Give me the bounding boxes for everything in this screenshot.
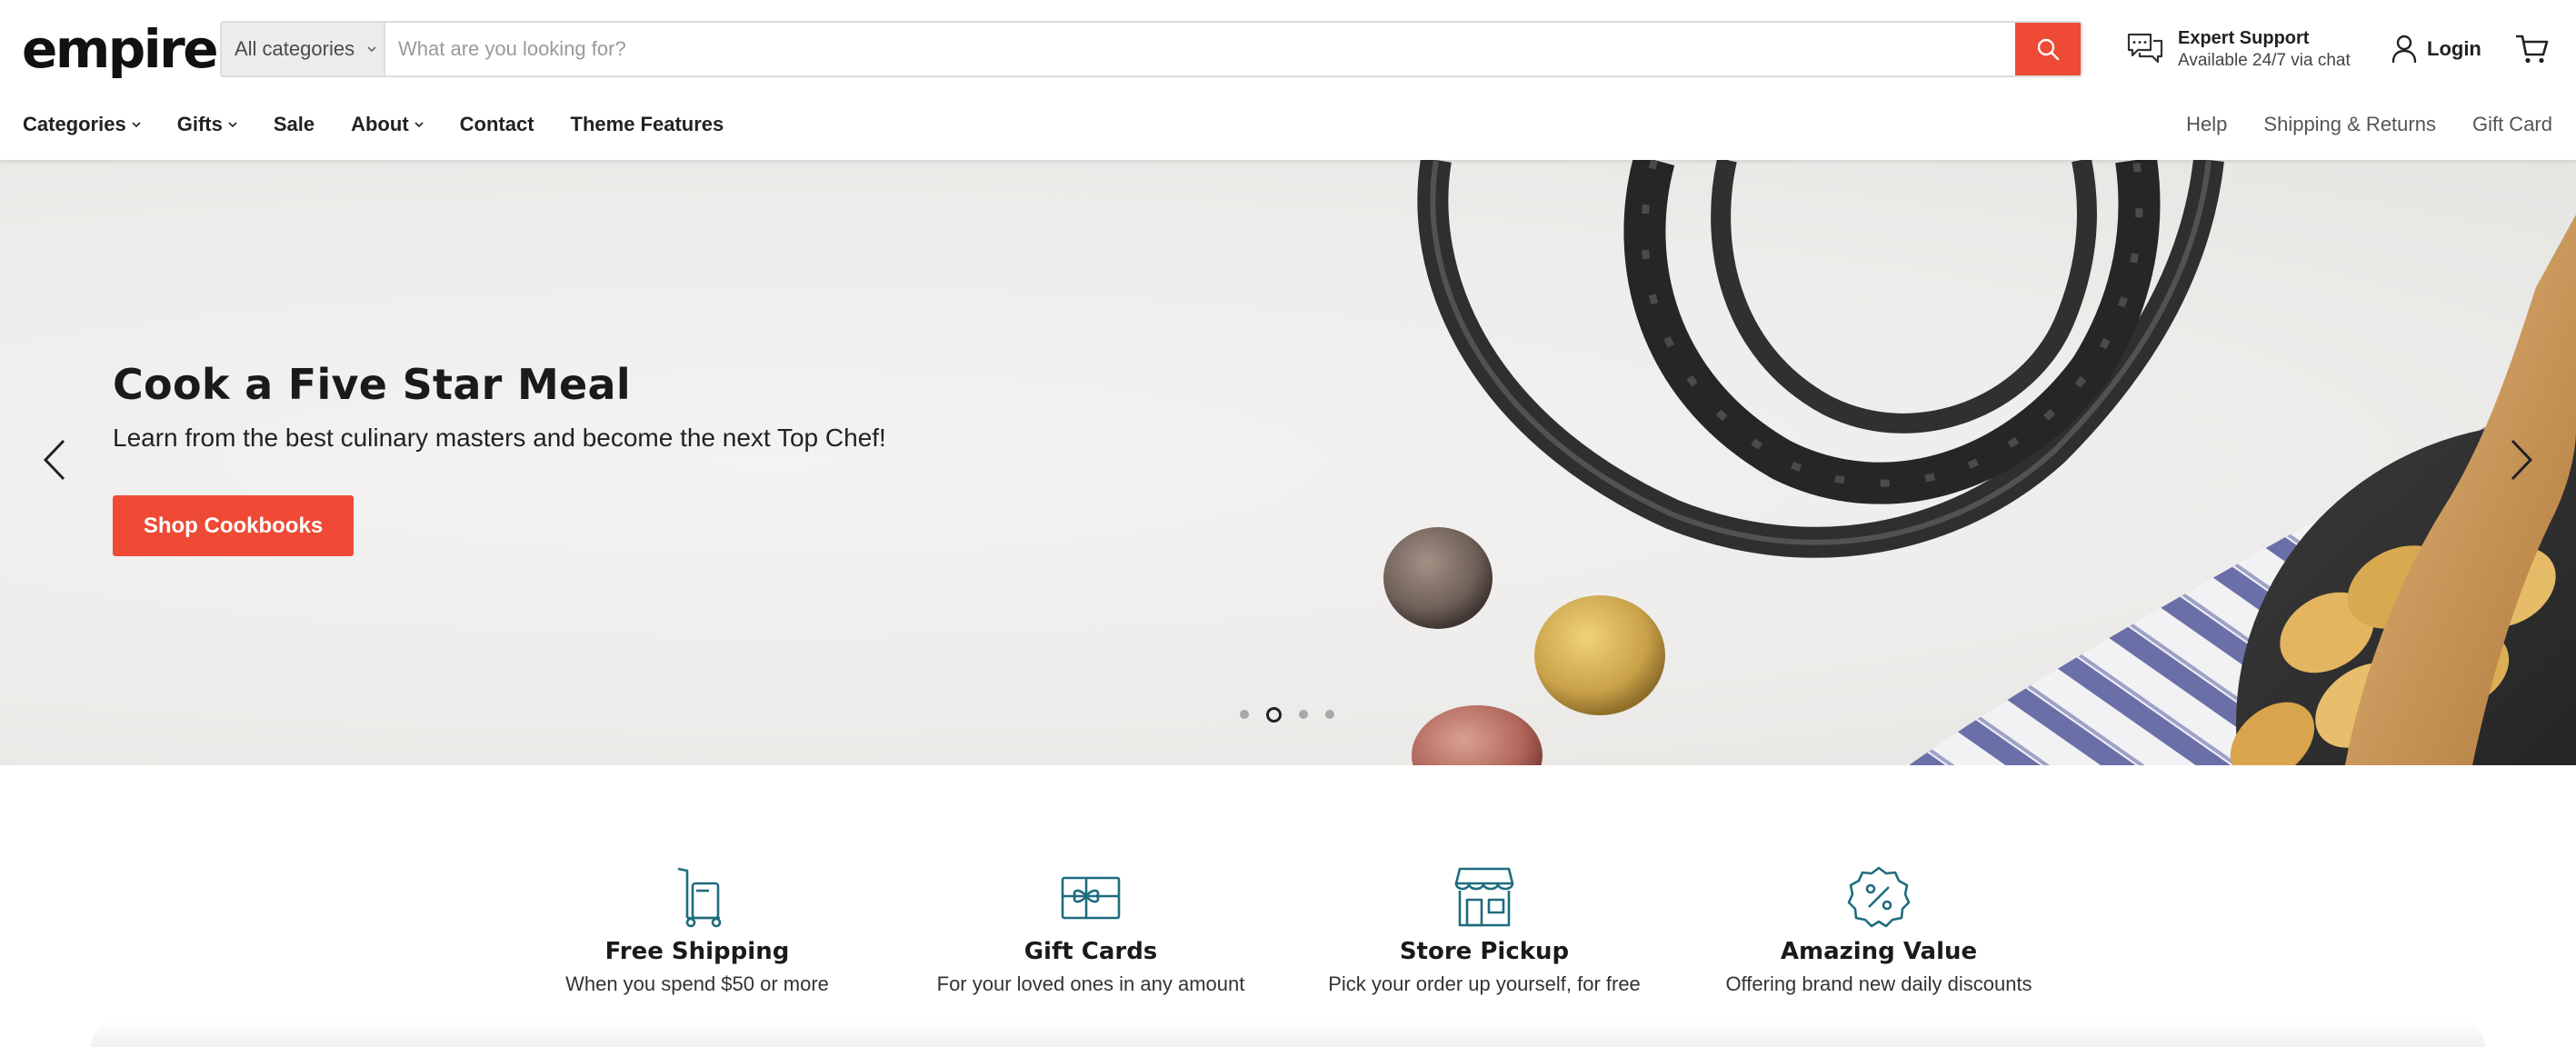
support-subtitle: Available 24/7 via chat [2178,51,2351,70]
gift-card-icon [1061,876,1121,920]
site-header: empire All categories Expert Support Ava… [0,0,2576,160]
hero-image [1383,160,2576,765]
cart-button[interactable] [2512,27,2552,71]
feature-title: Free Shipping [604,938,790,965]
login-label: Login [2427,37,2481,60]
chat-bubbles-icon [2127,33,2163,64]
section-shadow [91,1020,2485,1047]
percent-badge-icon [1847,866,1911,928]
nav-item-label: About [351,113,409,135]
nav-item-theme-features[interactable]: Theme Features [571,113,724,136]
hero-slideshow: Cook a Five Star Meal Learn from the bes… [0,160,2576,765]
hero-subtitle: Learn from the best culinary masters and… [113,424,886,452]
chevron-down-icon [367,46,376,53]
nav-item-about[interactable]: About [351,113,424,136]
slideshow-prev-button[interactable] [27,433,82,487]
expert-support[interactable]: Expert Support Available 24/7 via chat [2127,24,2351,75]
nav-item-label: Theme Features [570,113,724,135]
slide-dot-1[interactable] [1240,710,1249,719]
storefront-icon [1454,867,1514,927]
slideshow-next-button[interactable] [2494,433,2549,487]
feature-text: Pick your order up yourself, for free [1328,972,1641,995]
feature-title: Amazing Value [1780,938,1978,965]
nav-item-categories[interactable]: Categories [23,113,141,136]
feature-title: Gift Cards [1023,938,1158,965]
nav-item-label: Gifts [176,113,223,135]
chevron-down-icon [228,122,237,128]
nav-left: Categories Gifts Sale About Contact Theme Fea… [23,102,760,147]
feature-title: Store Pickup [1399,938,1570,965]
nav-link-gift-card[interactable]: Gift Card [2472,113,2552,136]
slide-dot-2[interactable] [1266,706,1282,723]
nav-item-label: Sale [273,113,315,135]
search-input[interactable] [385,23,2015,75]
feature-text: Offering brand new daily discounts [1725,972,2032,995]
chevron-right-icon [2511,439,2533,481]
features-section: Free Shipping When you spend $50 or more… [0,765,2576,1047]
chevron-down-icon [132,122,141,128]
main-nav: Categories Gifts Sale About Contact Theme Fea… [0,102,2576,147]
nav-right: Help Shipping & Returns Gift Card [2150,102,2552,147]
cart-icon [2516,35,2549,64]
slide-dot-4[interactable] [1325,710,1334,719]
shop-cookbooks-button[interactable]: Shop Cookbooks [113,495,354,556]
login-link[interactable]: Login [2391,27,2481,71]
nav-link-help[interactable]: Help [2186,113,2227,136]
feature-text: For your loved ones in any amount [936,972,1245,995]
chevron-down-icon [414,122,424,128]
slideshow-pagination [1240,705,1352,723]
hand-truck-icon [677,867,722,928]
feature-text: When you spend $50 or more [565,972,829,995]
nav-item-gifts[interactable]: Gifts [177,113,237,136]
nav-item-contact[interactable]: Contact [460,113,534,136]
nav-link-shipping-returns[interactable]: Shipping & Returns [2263,113,2436,136]
slide-dot-3[interactable] [1299,710,1308,719]
site-logo[interactable]: empire [22,16,219,82]
search-button[interactable] [2015,23,2081,75]
nav-item-label: Categories [23,113,126,135]
search-icon [2037,38,2060,61]
search-category-select[interactable]: All categories [222,23,385,75]
chevron-left-icon [43,439,65,481]
search-bar: All categories [220,21,2082,77]
support-title: Expert Support [2178,28,2310,48]
hero-title: Cook a Five Star Meal [113,360,631,409]
search-category-label: All categories [235,37,355,60]
user-icon [2391,35,2417,64]
nav-item-label: Contact [459,113,534,135]
nav-item-sale[interactable]: Sale [274,113,315,136]
